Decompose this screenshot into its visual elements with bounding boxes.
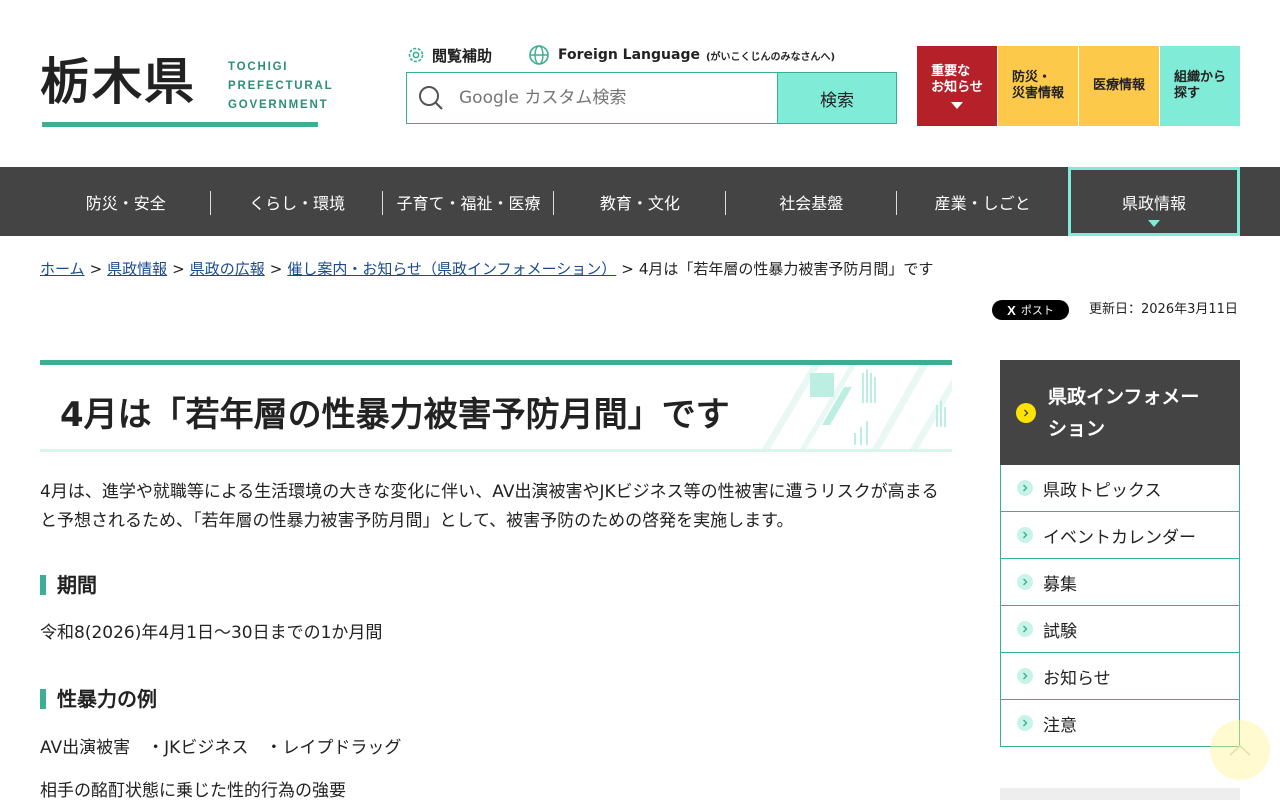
important-notice-button[interactable]: 重要な お知らせ: [917, 46, 997, 126]
side-menu: 県政インフォメーション 県政トピックス イベントカレンダー 募集 試験 お知らせ…: [1000, 360, 1240, 747]
foreign-sub-label: (がいこくじんのみなさんへ): [705, 51, 836, 63]
side-item-topics[interactable]: 県政トピックス: [1000, 465, 1240, 512]
side-next-block: [1000, 788, 1240, 800]
period-heading: 期間: [40, 574, 97, 596]
organization-search-button[interactable]: 組織から 探す: [1160, 46, 1240, 126]
search-input[interactable]: [459, 88, 759, 108]
chevron-up-icon: [1229, 744, 1251, 756]
chevron-right-icon: [1017, 574, 1033, 590]
side-item-label: お知らせ: [1043, 668, 1111, 689]
organization-search-label: 組織から 探す: [1173, 70, 1226, 101]
breadcrumb-separator: >: [269, 260, 283, 278]
lead-paragraph: 4月は、進学や就職等による生活環境の大きな変化に伴い、AV出演被害やJKビジネス…: [40, 482, 939, 531]
side-item-label: 注意: [1043, 715, 1077, 736]
side-item-recruitment[interactable]: 募集: [1000, 559, 1240, 606]
side-menu-heading[interactable]: 県政インフォメーション: [1000, 360, 1240, 465]
foreign-label: Foreign Language: [558, 47, 700, 63]
breadcrumb-separator: >: [89, 260, 103, 278]
search-box: [406, 72, 778, 124]
x-post-label: ポスト: [1020, 305, 1054, 317]
breadcrumb-separator: >: [621, 260, 634, 278]
chevron-right-icon: [1017, 480, 1033, 496]
nav-prefectural-info[interactable]: 県政情報: [1068, 167, 1240, 236]
logo-english: TOCHIGI PREFECTURAL GOVERNMENT: [228, 58, 333, 115]
chevron-down-icon: [1148, 220, 1161, 227]
nav-industry-work[interactable]: 産業・しごと: [897, 167, 1068, 236]
examples-heading: 性暴力の例: [40, 688, 157, 710]
page-title-block: 4月は「若年層の性暴力被害予防月間」です: [40, 360, 952, 452]
assist-label: 閲覧補助: [432, 46, 493, 65]
breadcrumb-public-relations[interactable]: 県政の広報: [190, 260, 265, 278]
side-item-event-calendar[interactable]: イベントカレンダー: [1000, 512, 1240, 559]
x-logo-icon: X: [1007, 302, 1016, 318]
accessibility-assist-link[interactable]: 閲覧補助: [406, 44, 492, 66]
global-nav: 防災・安全 くらし・環境 子育て・福祉・医療 教育・文化 社会基盤 産業・しごと…: [0, 167, 1280, 236]
side-item-cautions[interactable]: 注意: [1000, 700, 1240, 747]
medical-info-label: 医療情報: [1092, 78, 1145, 93]
period-text: 令和8(2026)年4月1日～30日までの1か月間: [40, 623, 383, 643]
breadcrumb-separator: >: [172, 260, 185, 278]
nav-disaster-safety[interactable]: 防災・安全: [40, 167, 212, 236]
side-item-label: 県政トピックス: [1043, 480, 1162, 501]
chevron-right-icon: [1017, 668, 1033, 684]
examples-line-2: 相手の酩酊状態に乗じた性的行為の強要: [40, 781, 346, 800]
side-item-label: 募集: [1043, 574, 1077, 595]
examples-line-1: AV出演被害 ・JKビジネス ・レイプドラッグ: [40, 738, 402, 758]
disaster-info-button[interactable]: 防災・ 災害情報: [998, 46, 1078, 126]
side-item-label: 試験: [1043, 621, 1077, 642]
logo-underline: [42, 122, 318, 127]
nav-childcare-welfare[interactable]: 子育て・福祉・医療: [383, 167, 555, 236]
back-to-top-button[interactable]: [1210, 720, 1270, 780]
site-logo[interactable]: 栃木県 TOCHIGI PREFECTURAL GOVERNMENT: [40, 52, 332, 128]
nav-prefectural-info-label: 県政情報: [1122, 193, 1187, 213]
breadcrumb-home[interactable]: ホーム: [40, 260, 85, 278]
page-title: 4月は「若年層の性暴力被害予防月間」です: [60, 395, 730, 435]
nav-infrastructure[interactable]: 社会基盤: [726, 167, 898, 236]
logo-en-line-1: TOCHIGI: [228, 61, 289, 73]
chevron-right-icon: [1017, 715, 1033, 731]
chevron-right-icon: [1017, 621, 1033, 637]
x-post-button[interactable]: X ポスト: [992, 300, 1069, 320]
important-notice-label: 重要な お知らせ: [931, 63, 983, 95]
side-item-notices[interactable]: お知らせ: [1000, 653, 1240, 700]
chevron-down-icon: [951, 101, 963, 109]
title-decoration: [762, 365, 952, 449]
updated-date: 更新日：2026年3月11日: [1089, 302, 1238, 317]
search-button[interactable]: 検索: [777, 72, 897, 124]
logo-kanji: 栃木県: [40, 52, 196, 111]
chevron-right-icon: [1016, 402, 1036, 423]
breadcrumb-prefectural-info[interactable]: 県政情報: [107, 260, 167, 278]
side-menu-heading-label: 県政インフォメーション: [1048, 385, 1200, 440]
nav-education-culture[interactable]: 教育・文化: [554, 167, 726, 236]
side-item-label: イベントカレンダー: [1043, 527, 1196, 548]
nav-living-environment[interactable]: くらし・環境: [211, 167, 384, 236]
chevron-right-icon: [1017, 527, 1033, 543]
gear-icon: [408, 47, 424, 63]
medical-info-button[interactable]: 医療情報: [1079, 46, 1159, 126]
breadcrumb-current: 4月は「若年層の性暴力被害予防月間」です: [638, 260, 934, 278]
search-icon: [419, 86, 443, 110]
breadcrumb: ホーム > 県政情報 > 県政の広報 > 催し案内・お知らせ（県政インフォメーション） >4月…: [40, 258, 933, 279]
disaster-info-label: 防災・ 災害情報: [1011, 70, 1064, 101]
logo-en-line-3: GOVERNMENT: [228, 99, 329, 111]
globe-icon: [529, 45, 549, 65]
logo-en-line-2: PREFECTURAL: [228, 80, 334, 92]
side-item-exams[interactable]: 試験: [1000, 606, 1240, 653]
breadcrumb-events-notices[interactable]: 催し案内・お知らせ（県政インフォメーション）: [287, 260, 616, 278]
foreign-language-link[interactable]: Foreign Language (がいこくじんのみなさんへ): [528, 44, 835, 66]
